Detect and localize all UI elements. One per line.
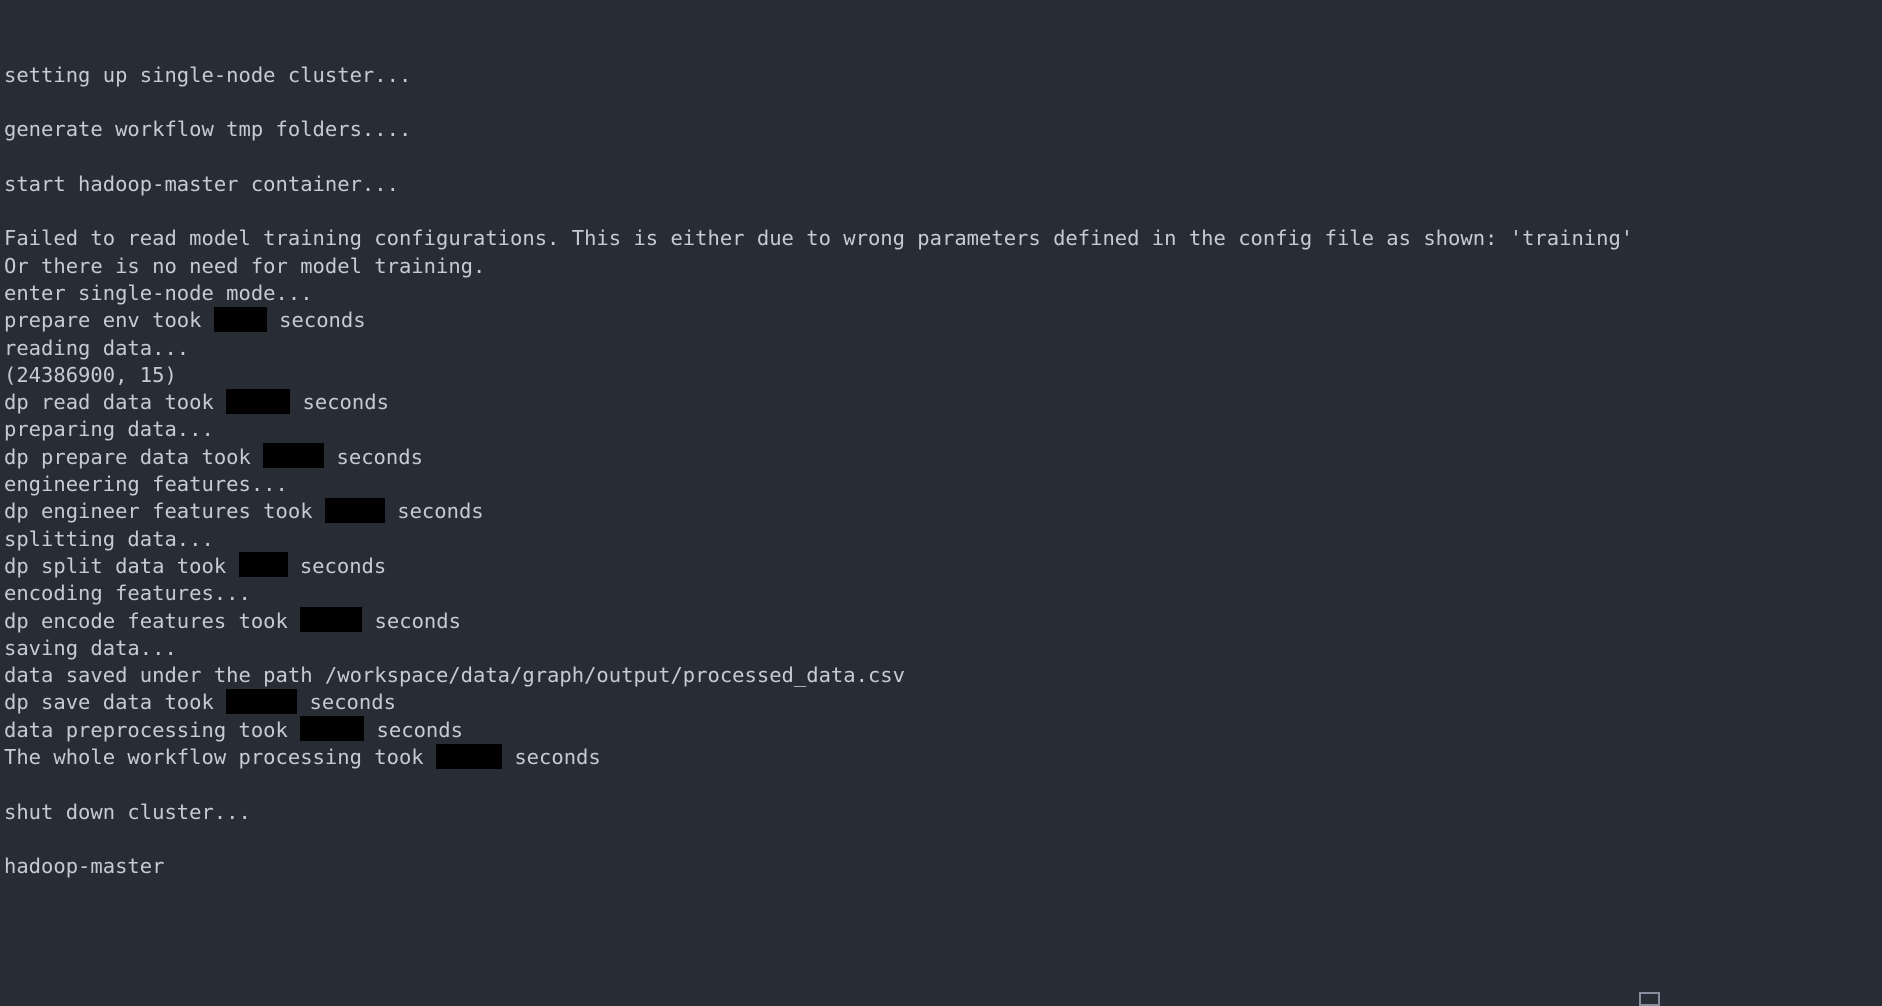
terminal-line-text: splitting data... <box>4 526 214 551</box>
terminal-line: prepare env took seconds <box>4 306 1882 334</box>
terminal-line-text: seconds <box>362 608 461 633</box>
terminal-line-text: encoding features... <box>4 581 251 606</box>
terminal-line-text: dp save data took <box>4 690 227 715</box>
terminal-line: (24386900, 15) <box>4 362 1882 389</box>
terminal-line: The whole workflow processing took secon… <box>4 743 1882 771</box>
terminal-line-text: Failed to read model training configurat… <box>4 226 1634 251</box>
terminal-line-text: Or there is no need for model training. <box>4 253 486 278</box>
terminal-line-text: dp encode features took <box>4 608 301 633</box>
terminal-line-text: enter single-node mode... <box>4 280 313 305</box>
terminal-line-list: setting up single-node cluster... generat… <box>4 62 1882 881</box>
terminal-line: reading data... <box>4 335 1882 362</box>
terminal-line: dp engineer features took seconds <box>4 497 1882 525</box>
terminal-line: dp prepare data took seconds <box>4 443 1882 471</box>
redacted-value-box <box>300 716 365 742</box>
terminal-line: dp encode features took seconds <box>4 607 1882 635</box>
terminal-line: shut down cluster... <box>4 799 1882 826</box>
terminal-line: hadoop-master <box>4 853 1882 880</box>
redacted-value-box <box>238 552 288 578</box>
terminal-line: dp split data took seconds <box>4 552 1882 580</box>
terminal-line: engineering features... <box>4 471 1882 498</box>
terminal-line-text: (24386900, 15) <box>4 362 177 387</box>
terminal-line-text: hadoop-master <box>4 854 165 879</box>
terminal-line: dp read data took seconds <box>4 388 1882 416</box>
terminal-output-pane[interactable]: setting up single-node cluster... generat… <box>0 0 1882 1006</box>
terminal-line-text: prepare env took <box>4 308 214 333</box>
terminal-line: Or there is no need for model training. <box>4 253 1882 280</box>
terminal-line: data preprocessing took seconds <box>4 716 1882 744</box>
terminal-line-text: generate workflow tmp folders.... <box>4 117 412 142</box>
terminal-line-text: The whole workflow processing took <box>4 745 436 770</box>
terminal-line-text: data saved under the path /workspace/dat… <box>4 663 905 688</box>
terminal-line-text: data preprocessing took <box>4 717 301 742</box>
terminal-line-text: dp read data took <box>4 390 227 415</box>
terminal-line: generate workflow tmp folders.... <box>4 116 1882 143</box>
terminal-line-text: preparing data... <box>4 417 214 442</box>
terminal-line-text: shut down cluster... <box>4 799 251 824</box>
text-cursor-box <box>1639 992 1660 1006</box>
terminal-line-text: seconds <box>364 717 463 742</box>
terminal-line: setting up single-node cluster... <box>4 62 1882 89</box>
redacted-value-box <box>300 607 363 633</box>
terminal-line-text: dp prepare data took <box>4 444 264 469</box>
redacted-value-box <box>213 306 267 332</box>
terminal-line-text: engineering features... <box>4 472 288 497</box>
terminal-line: Failed to read model training configurat… <box>4 225 1882 252</box>
terminal-line: saving data... <box>4 635 1882 662</box>
terminal-line-text: seconds <box>287 553 387 578</box>
terminal-line-text: saving data... <box>4 635 177 660</box>
terminal-line-text: reading data... <box>4 335 190 360</box>
terminal-line-text: seconds <box>384 499 484 524</box>
terminal-line: enter single-node mode... <box>4 280 1882 307</box>
terminal-line-text: setting up single-node cluster... <box>4 62 412 87</box>
redacted-value-box <box>324 497 385 523</box>
terminal-line-text: start hadoop-master container... <box>4 171 399 196</box>
terminal-line: dp save data took seconds <box>4 688 1882 716</box>
terminal-line-text: seconds <box>297 690 396 715</box>
terminal-line: encoding features... <box>4 580 1882 607</box>
terminal-line: data saved under the path /workspace/dat… <box>4 662 1882 689</box>
redacted-value-box <box>226 688 298 714</box>
terminal-line-text: dp engineer features took <box>4 499 325 524</box>
terminal-line-text: seconds <box>290 390 389 415</box>
redacted-value-box <box>226 388 291 414</box>
terminal-line: preparing data... <box>4 416 1882 443</box>
terminal-line-text: dp split data took <box>4 553 239 578</box>
redacted-value-box <box>263 443 325 469</box>
terminal-line-text: seconds <box>501 745 601 770</box>
terminal-line-text: seconds <box>324 444 423 469</box>
terminal-line: splitting data... <box>4 526 1882 553</box>
terminal-line-text: seconds <box>266 308 366 333</box>
redacted-value-box <box>435 743 502 769</box>
terminal-line: start hadoop-master container... <box>4 171 1882 198</box>
